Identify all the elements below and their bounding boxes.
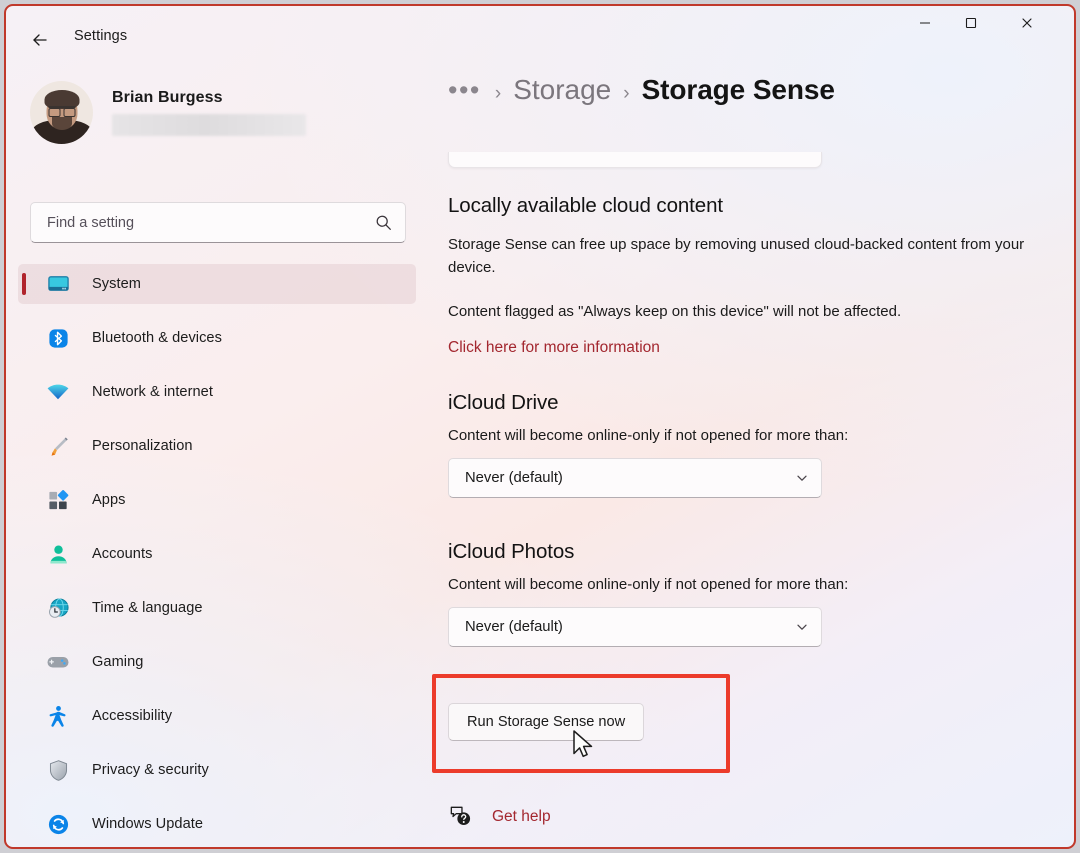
run-storage-sense-button[interactable]: Run Storage Sense now bbox=[448, 703, 645, 741]
gamepad-icon bbox=[46, 650, 70, 674]
sidebar-nav: System Bluetooth & devices Network & int… bbox=[18, 264, 416, 847]
icloud-drive-dropdown-value: Never (default) bbox=[465, 470, 563, 486]
cloud-section-description: Storage Sense can free up space by remov… bbox=[448, 236, 1025, 276]
sidebar-item-network-internet[interactable]: Network & internet bbox=[18, 372, 416, 412]
sidebar-item-label: System bbox=[92, 276, 141, 292]
sidebar-item-label: Accounts bbox=[92, 546, 153, 562]
sidebar-item-time-language[interactable]: Time & language bbox=[18, 588, 416, 628]
sidebar-item-bluetooth-devices[interactable]: Bluetooth & devices bbox=[18, 318, 416, 358]
run-storage-sense-label: Run Storage Sense now bbox=[467, 714, 626, 730]
title-bar: Settings bbox=[6, 6, 1074, 54]
sidebar-item-label: Gaming bbox=[92, 654, 144, 670]
sidebar-item-label: Bluetooth & devices bbox=[92, 330, 222, 346]
breadcrumb-separator-icon: › bbox=[494, 83, 502, 104]
main-pane: ••• › Storage › Storage Sense Locally av… bbox=[426, 54, 1074, 847]
breadcrumb-link-storage[interactable]: Storage bbox=[513, 74, 611, 106]
sidebar-item-personalization[interactable]: Personalization bbox=[18, 426, 416, 466]
sidebar-item-apps[interactable]: Apps bbox=[18, 480, 416, 520]
shield-icon bbox=[46, 758, 70, 782]
breadcrumb-overflow-button[interactable]: ••• bbox=[446, 77, 483, 104]
sidebar-item-label: Network & internet bbox=[92, 384, 213, 400]
close-icon bbox=[1022, 18, 1032, 28]
cloud-section-heading: Locally available cloud content bbox=[448, 194, 723, 217]
icloud-drive-description: Content will become online-only if not o… bbox=[448, 427, 849, 444]
search-icon bbox=[376, 215, 391, 230]
icloud-photos-heading: iCloud Photos bbox=[448, 540, 575, 563]
avatar bbox=[30, 81, 93, 144]
search-box[interactable] bbox=[30, 202, 406, 243]
minimize-button[interactable] bbox=[902, 6, 948, 40]
person-icon bbox=[46, 542, 70, 566]
back-button[interactable] bbox=[24, 24, 56, 56]
bluetooth-icon bbox=[46, 326, 70, 350]
get-help-row[interactable]: Get help bbox=[448, 804, 551, 829]
icloud-drive-heading: iCloud Drive bbox=[448, 391, 559, 414]
sidebar-item-privacy-security[interactable]: Privacy & security bbox=[18, 750, 416, 790]
settings-window: Settings Brian Burgess Find a setting Sy… bbox=[4, 4, 1076, 849]
breadcrumb-separator-icon: › bbox=[623, 83, 630, 104]
sidebar-item-label: Apps bbox=[92, 492, 126, 508]
page-title: Storage Sense bbox=[641, 74, 835, 105]
maximize-icon bbox=[965, 17, 977, 29]
cloud-section-note: Content flagged as "Always keep on this … bbox=[448, 303, 902, 320]
sidebar-item-label: Accessibility bbox=[92, 708, 173, 724]
update-sync-icon bbox=[46, 812, 70, 836]
profile-email-redacted bbox=[112, 114, 306, 136]
icloud-photos-dropdown-value: Never (default) bbox=[465, 619, 563, 635]
chevron-down-icon bbox=[797, 624, 807, 630]
breadcrumb: ••• › Storage › Storage Sense bbox=[446, 74, 835, 106]
apps-grid-icon bbox=[46, 488, 70, 512]
app-title: Settings bbox=[74, 28, 128, 44]
more-information-link[interactable]: Click here for more information bbox=[448, 339, 660, 357]
help-bubble-icon bbox=[450, 806, 471, 826]
clock-globe-icon bbox=[46, 596, 70, 620]
sidebar-item-gaming[interactable]: Gaming bbox=[18, 642, 416, 682]
icloud-drive-dropdown[interactable]: Never (default) bbox=[448, 458, 822, 498]
sidebar-item-windows-update[interactable]: Windows Update bbox=[18, 804, 416, 844]
minimize-icon bbox=[920, 22, 930, 24]
maximize-button[interactable] bbox=[948, 6, 994, 40]
user-profile[interactable]: Brian Burgess bbox=[30, 81, 306, 144]
paintbrush-icon bbox=[46, 434, 70, 458]
sidebar-item-label: Time & language bbox=[92, 600, 203, 616]
scrolled-card-edge bbox=[448, 152, 822, 168]
sidebar-item-label: Windows Update bbox=[92, 816, 204, 832]
sidebar-item-label: Privacy & security bbox=[92, 762, 209, 778]
sidebar-item-accessibility[interactable]: Accessibility bbox=[18, 696, 416, 736]
icloud-photos-dropdown[interactable]: Never (default) bbox=[448, 607, 822, 647]
accessibility-icon bbox=[46, 704, 70, 728]
close-button[interactable] bbox=[1004, 6, 1050, 40]
search-input[interactable] bbox=[47, 214, 375, 231]
chevron-down-icon bbox=[797, 475, 807, 481]
sidebar: Brian Burgess Find a setting System Blue… bbox=[6, 54, 426, 847]
get-help-label: Get help bbox=[492, 807, 551, 825]
sidebar-item-label: Personalization bbox=[92, 438, 193, 454]
sidebar-item-system[interactable]: System bbox=[18, 264, 416, 304]
monitor-icon bbox=[46, 272, 70, 296]
wifi-icon bbox=[46, 380, 70, 404]
back-arrow-icon bbox=[33, 34, 47, 46]
sidebar-item-accounts[interactable]: Accounts bbox=[18, 534, 416, 574]
profile-name: Brian Burgess bbox=[112, 89, 223, 106]
icloud-photos-description: Content will become online-only if not o… bbox=[448, 576, 849, 593]
